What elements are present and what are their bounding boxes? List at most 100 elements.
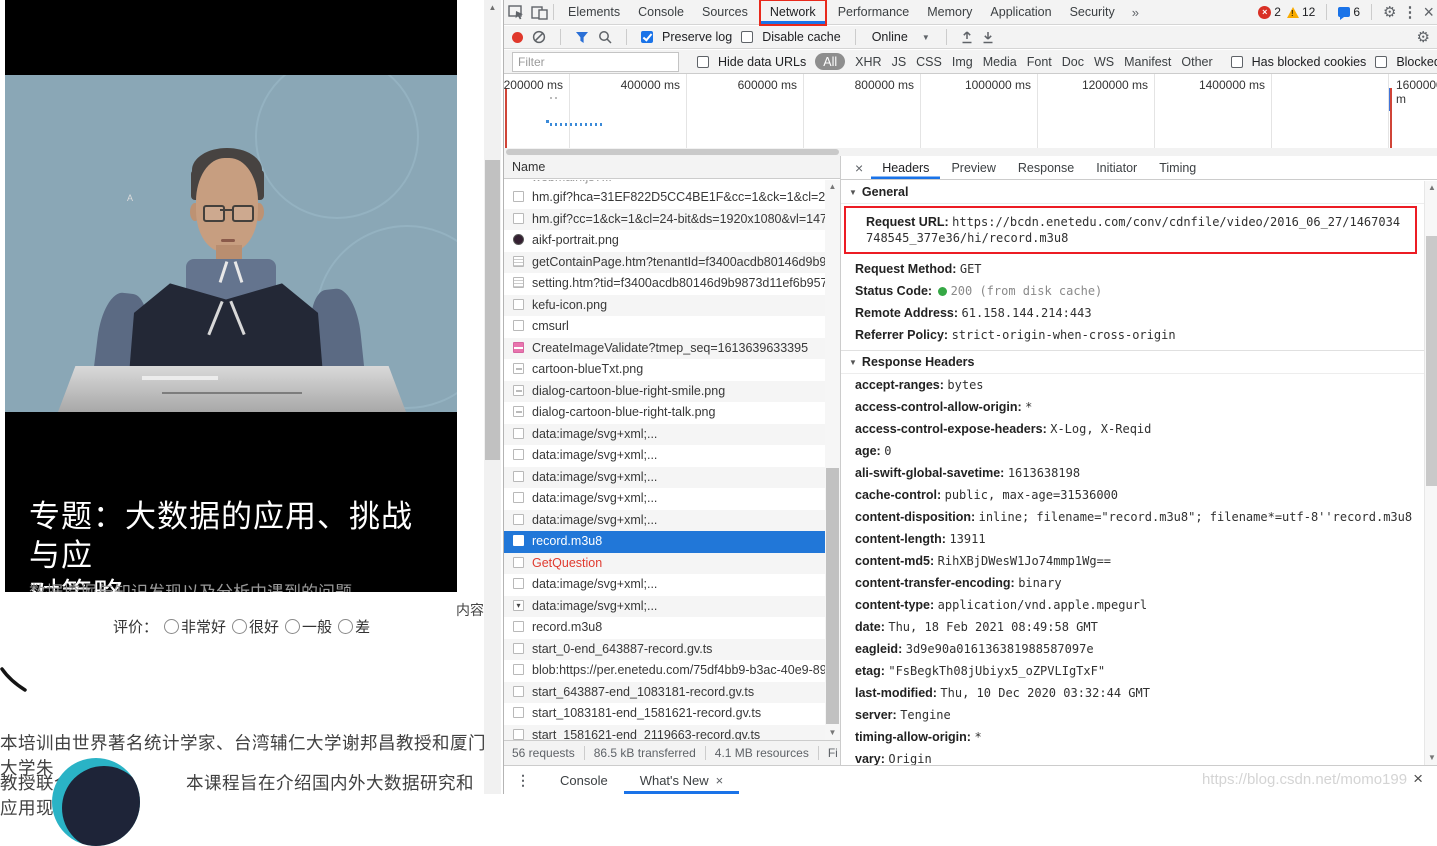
has-blocked-cookies-checkbox[interactable] — [1231, 56, 1243, 68]
filter-type-media[interactable]: Media — [983, 55, 1017, 69]
panel-tab-response[interactable]: Response — [1007, 157, 1085, 179]
panel-tab-initiator[interactable]: Initiator — [1085, 157, 1148, 179]
close-panel-icon[interactable]: × — [847, 160, 871, 176]
request-row[interactable]: data:image/svg+xml;... — [504, 488, 840, 510]
kebab-menu-icon[interactable]: ⋮ — [1402, 3, 1417, 21]
rating-option-label[interactable]: 很好 — [249, 619, 279, 636]
request-row[interactable]: start_643887-end_1083181-record.gv.ts — [504, 682, 840, 704]
request-row[interactable]: data:image/svg+xml;... — [504, 445, 840, 467]
error-badge[interactable]: ×2 — [1258, 5, 1281, 19]
import-har-icon[interactable] — [961, 31, 973, 44]
drawer-tab-what-s-new[interactable]: What's New× — [624, 767, 740, 794]
scroll-up-icon[interactable]: ▲ — [484, 0, 501, 16]
watermark-close-icon[interactable]: × — [1413, 769, 1423, 789]
filter-type-css[interactable]: CSS — [916, 55, 942, 69]
filter-type-other[interactable]: Other — [1181, 55, 1212, 69]
panel-tab-timing[interactable]: Timing — [1148, 157, 1207, 179]
preserve-log-label[interactable]: Preserve log — [662, 30, 732, 44]
drawer-tab-console[interactable]: Console — [544, 767, 624, 794]
request-row[interactable]: start_1083181-end_1581621-record.gv.ts — [504, 703, 840, 725]
network-overview-timeline[interactable]: 200000 ms400000 ms600000 ms800000 ms1000… — [504, 74, 1437, 157]
scrollbar-thumb[interactable] — [1426, 236, 1437, 486]
scrollbar-thumb[interactable] — [506, 149, 839, 155]
record-button[interactable] — [512, 32, 523, 43]
scrollbar-thumb[interactable] — [826, 468, 839, 724]
filter-type-ws[interactable]: WS — [1094, 55, 1114, 69]
has-blocked-cookies-label[interactable]: Has blocked cookies — [1252, 55, 1367, 69]
scroll-down-icon[interactable]: ▼ — [1425, 751, 1437, 765]
devtools-tab-network[interactable]: Network — [761, 1, 825, 24]
filter-type-img[interactable]: Img — [952, 55, 973, 69]
request-list-scrollbar[interactable]: ▲ ▼ — [825, 180, 840, 740]
section-header[interactable]: ▼General — [841, 181, 1425, 204]
panel-scrollbar[interactable]: ▲ ▼ — [1424, 181, 1437, 765]
request-row[interactable]: setting.htm?tid=f3400acdb80146d9b9873d11… — [504, 273, 840, 295]
filter-type-all[interactable]: All — [815, 53, 845, 70]
rating-radio[interactable] — [164, 619, 179, 634]
export-har-icon[interactable] — [982, 31, 994, 44]
request-row[interactable]: ▾data:image/svg+xml;... — [504, 596, 840, 618]
devtools-tab-elements[interactable]: Elements — [559, 1, 629, 24]
request-row[interactable]: data:image/svg+xml;... — [504, 424, 840, 446]
close-tab-icon[interactable]: × — [716, 773, 724, 788]
search-icon[interactable] — [598, 30, 612, 44]
filter-type-xhr[interactable]: XHR — [855, 55, 881, 69]
more-tabs-icon[interactable]: » — [1124, 5, 1147, 20]
clear-icon[interactable] — [532, 30, 546, 44]
devtools-tab-sources[interactable]: Sources — [693, 1, 757, 24]
disable-cache-label[interactable]: Disable cache — [762, 30, 841, 44]
device-toolbar-icon[interactable] — [531, 5, 548, 20]
request-row[interactable]: cartoon-blueTxt.png — [504, 359, 840, 381]
scroll-up-icon[interactable]: ▲ — [1425, 181, 1437, 195]
request-row[interactable]: hm.gif?cc=1&ck=1&cl=24-bit&ds=1920x1080&… — [504, 209, 840, 231]
filter-type-doc[interactable]: Doc — [1062, 55, 1084, 69]
network-filter-input[interactable] — [512, 52, 679, 72]
panel-tab-headers[interactable]: Headers — [871, 157, 940, 179]
devtools-tab-performance[interactable]: Performance — [829, 1, 919, 24]
request-row[interactable]: blob:https://per.enetedu.com/75df4bb9-b3… — [504, 660, 840, 682]
request-row-partial[interactable]: webmain.js?... — [504, 180, 840, 187]
blocked-requests-checkbox[interactable] — [1375, 56, 1387, 68]
devtools-tab-memory[interactable]: Memory — [918, 1, 981, 24]
devtools-tab-console[interactable]: Console — [629, 1, 693, 24]
rating-option-label[interactable]: 非常好 — [181, 619, 226, 636]
request-row[interactable]: hm.gif?hca=31EF822D5CC4BE1F&cc=1&ck=1&cl… — [504, 187, 840, 209]
page-scrollbar[interactable]: ▲ — [484, 0, 501, 794]
request-row[interactable]: CreateImageValidate?tmep_seq=16136396333… — [504, 338, 840, 360]
request-row[interactable]: start_0-end_643887-record.gv.ts — [504, 639, 840, 661]
request-row[interactable]: dialog-cartoon-blue-right-smile.png — [504, 381, 840, 403]
request-row[interactable]: record.m3u8 — [504, 531, 840, 553]
request-row[interactable]: GetQuestion — [504, 553, 840, 575]
filter-type-js[interactable]: JS — [892, 55, 907, 69]
blocked-requests-label[interactable]: Blocked Requests — [1396, 55, 1437, 69]
request-row[interactable]: start_1581621-end_2119663-record.gv.ts — [504, 725, 840, 741]
close-devtools-icon[interactable]: × — [1423, 3, 1434, 21]
request-row[interactable]: cmsurl — [504, 316, 840, 338]
issues-badge[interactable]: 6 — [1338, 5, 1360, 19]
devtools-tab-application[interactable]: Application — [981, 1, 1060, 24]
name-column-header[interactable]: Name — [504, 156, 840, 179]
filter-type-manifest[interactable]: Manifest — [1124, 55, 1171, 69]
scroll-down-icon[interactable]: ▼ — [825, 726, 840, 740]
request-row[interactable]: record.m3u8 — [504, 617, 840, 639]
inspect-element-icon[interactable] — [508, 5, 525, 20]
rating-radio[interactable] — [338, 619, 353, 634]
request-row[interactable]: data:image/svg+xml;... — [504, 467, 840, 489]
page-scrollbar-thumb[interactable] — [485, 160, 500, 460]
disable-cache-checkbox[interactable] — [741, 31, 753, 43]
throttling-dropdown[interactable]: Online▼ — [870, 30, 932, 44]
request-row[interactable]: aikf-portrait.png — [504, 230, 840, 252]
request-row[interactable]: getContainPage.htm?tenantId=f3400acdb801… — [504, 252, 840, 274]
request-row[interactable]: data:image/svg+xml;... — [504, 510, 840, 532]
video-player[interactable]: A 专题：大数据的应用、挑战与应对策略 数据挖掘与知识发现以及分析中遇到的问题 — [5, 0, 457, 592]
preserve-log-checkbox[interactable] — [641, 31, 653, 43]
warning-badge[interactable]: 12 — [1287, 5, 1315, 19]
section-header[interactable]: ▼Response Headers — [841, 350, 1425, 374]
settings-gear-icon[interactable]: ⚙ — [1383, 3, 1396, 21]
timeline-horizontal-scrollbar[interactable] — [504, 148, 1437, 156]
filter-funnel-icon[interactable] — [575, 31, 589, 44]
hide-data-urls-checkbox[interactable] — [697, 56, 709, 68]
rating-radio[interactable] — [285, 619, 300, 634]
rating-option-label[interactable]: 一般 — [302, 619, 332, 636]
network-settings-gear-icon[interactable]: ⚙ — [1417, 28, 1430, 46]
